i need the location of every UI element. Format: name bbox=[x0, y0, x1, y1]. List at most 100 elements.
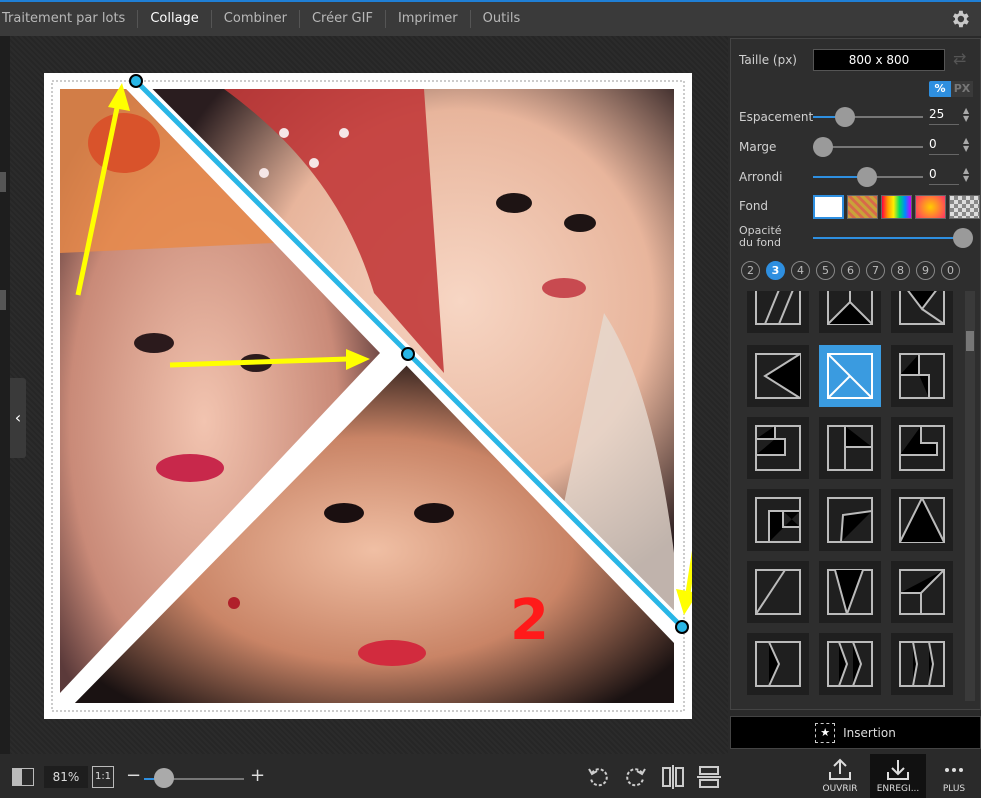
count-7-button[interactable]: 7 bbox=[866, 261, 885, 280]
rounding-stepper[interactable]: ▲ ▼ bbox=[963, 167, 969, 183]
layout-tile[interactable] bbox=[891, 291, 953, 333]
menu-combine[interactable]: Combiner bbox=[212, 10, 300, 28]
more-dots-icon bbox=[945, 768, 963, 772]
swap-dimensions-icon[interactable]: ⇄ bbox=[953, 49, 966, 68]
layout-tile[interactable] bbox=[819, 291, 881, 333]
rounding-slider-knob[interactable] bbox=[857, 167, 877, 187]
collage-canvas[interactable]: 2 bbox=[44, 73, 692, 719]
unit-percent-button[interactable]: % bbox=[929, 81, 951, 97]
layout-tile[interactable] bbox=[747, 291, 809, 333]
settings-panel: Taille (px) 800 x 800 ⇄ % PX Espacement … bbox=[730, 38, 981, 710]
layout-tile[interactable] bbox=[747, 561, 809, 623]
layout-tile[interactable] bbox=[891, 345, 953, 407]
layout-tile[interactable] bbox=[819, 417, 881, 479]
layout-tile[interactable] bbox=[747, 633, 809, 695]
zoom-slider[interactable] bbox=[144, 768, 244, 788]
save-button[interactable]: ENREGI... bbox=[870, 754, 926, 798]
menu-tools[interactable]: Outils bbox=[471, 10, 533, 28]
layout-tile[interactable] bbox=[891, 561, 953, 623]
rounding-label: Arrondi bbox=[739, 170, 783, 184]
rounding-value[interactable]: 0 bbox=[929, 167, 959, 185]
left-marker bbox=[0, 172, 6, 192]
opacity-slider-knob[interactable] bbox=[953, 228, 973, 248]
menu-create-gif[interactable]: Créer GIF bbox=[300, 10, 386, 28]
split-view-icon[interactable] bbox=[12, 768, 34, 786]
guide-handle-middle[interactable] bbox=[401, 347, 415, 361]
size-input[interactable]: 800 x 800 bbox=[813, 49, 945, 71]
unit-px-button[interactable]: PX bbox=[951, 81, 973, 97]
rounding-slider[interactable] bbox=[813, 167, 923, 187]
star-insert-icon: ★ bbox=[815, 722, 836, 743]
zoom-out-icon[interactable]: − bbox=[126, 765, 141, 786]
flip-horizontal-icon[interactable] bbox=[660, 764, 686, 790]
margin-stepper[interactable]: ▲ ▼ bbox=[963, 137, 969, 153]
more-button[interactable]: PLUS bbox=[926, 754, 981, 798]
flip-vertical-icon[interactable] bbox=[696, 764, 722, 790]
count-6-button[interactable]: 6 bbox=[841, 261, 860, 280]
background-swatches bbox=[813, 195, 980, 219]
margin-slider-knob[interactable] bbox=[813, 137, 833, 157]
zoom-in-icon[interactable]: + bbox=[250, 765, 265, 786]
count-5-button[interactable]: 5 bbox=[816, 261, 835, 280]
main-menu: Traitement par lots Collage Combiner Cré… bbox=[0, 2, 532, 36]
layout-tile[interactable] bbox=[747, 345, 809, 407]
background-label: Fond bbox=[739, 199, 769, 213]
count-4-button[interactable]: 4 bbox=[791, 261, 810, 280]
layout-tile[interactable] bbox=[819, 489, 881, 551]
unit-toggle: % PX bbox=[929, 81, 973, 97]
margin-slider[interactable] bbox=[813, 137, 923, 157]
zoom-value[interactable]: 81% bbox=[44, 766, 88, 788]
background-pattern-swatch[interactable] bbox=[847, 195, 878, 219]
insert-button-label: Insertion bbox=[843, 725, 896, 740]
scrollbar-thumb[interactable] bbox=[966, 331, 974, 351]
menu-collage[interactable]: Collage bbox=[138, 10, 212, 28]
layout-tile[interactable] bbox=[747, 417, 809, 479]
layout-scrollbar[interactable] bbox=[965, 291, 975, 701]
layout-tile[interactable] bbox=[819, 633, 881, 695]
collapse-panel-button[interactable]: ‹ bbox=[10, 378, 26, 458]
left-marker bbox=[0, 290, 6, 310]
image-count-selector: 2 3 4 5 6 7 8 9 0 bbox=[741, 261, 960, 280]
rotate-left-icon[interactable] bbox=[586, 764, 612, 790]
zoom-slider-knob[interactable] bbox=[154, 768, 174, 788]
background-transparent-swatch[interactable] bbox=[949, 195, 980, 219]
spacing-slider-knob[interactable] bbox=[835, 107, 855, 127]
background-white-swatch[interactable] bbox=[813, 195, 844, 219]
menu-batch-processing[interactable]: Traitement par lots bbox=[0, 10, 139, 28]
guide-handle-top[interactable] bbox=[129, 74, 143, 88]
background-radial-swatch[interactable] bbox=[915, 195, 946, 219]
count-0-button[interactable]: 0 bbox=[941, 261, 960, 280]
count-3-button[interactable]: 3 bbox=[766, 261, 785, 280]
layout-tile[interactable] bbox=[891, 489, 953, 551]
insert-button[interactable]: ★ Insertion bbox=[730, 716, 981, 749]
left-edge-panel bbox=[0, 36, 10, 754]
layout-tile[interactable] bbox=[819, 561, 881, 623]
layout-tile-selected[interactable] bbox=[819, 345, 881, 407]
layout-tile[interactable] bbox=[891, 417, 953, 479]
count-9-button[interactable]: 9 bbox=[916, 261, 935, 280]
upload-icon bbox=[829, 758, 851, 780]
bottom-toolbar: 81% 1:1 − + OUVRIR ENREGI... PLUS bbox=[0, 754, 981, 798]
gear-icon[interactable] bbox=[949, 8, 971, 30]
spacing-slider[interactable] bbox=[813, 107, 923, 127]
open-button[interactable]: OUVRIR bbox=[812, 754, 868, 798]
layout-tile[interactable] bbox=[747, 489, 809, 551]
rotate-right-icon[interactable] bbox=[622, 764, 648, 790]
count-8-button[interactable]: 8 bbox=[891, 261, 910, 280]
layout-tile[interactable] bbox=[891, 633, 953, 695]
background-gradient-swatch[interactable] bbox=[881, 195, 912, 219]
guide-handle-bottom[interactable] bbox=[675, 620, 689, 634]
size-label: Taille (px) bbox=[739, 53, 797, 67]
layout-grid bbox=[747, 291, 957, 705]
actual-size-button[interactable]: 1:1 bbox=[92, 766, 114, 788]
margin-label: Marge bbox=[739, 140, 777, 154]
opacity-slider[interactable] bbox=[813, 228, 973, 248]
spacing-label: Espacement bbox=[739, 110, 814, 124]
download-icon bbox=[887, 760, 909, 780]
spacing-value[interactable]: 25 bbox=[929, 107, 959, 125]
margin-value[interactable]: 0 bbox=[929, 137, 959, 155]
count-2-button[interactable]: 2 bbox=[741, 261, 760, 280]
opacity-label: Opacité du fond bbox=[739, 224, 782, 249]
spacing-stepper[interactable]: ▲ ▼ bbox=[963, 107, 969, 123]
menu-print[interactable]: Imprimer bbox=[386, 10, 471, 28]
